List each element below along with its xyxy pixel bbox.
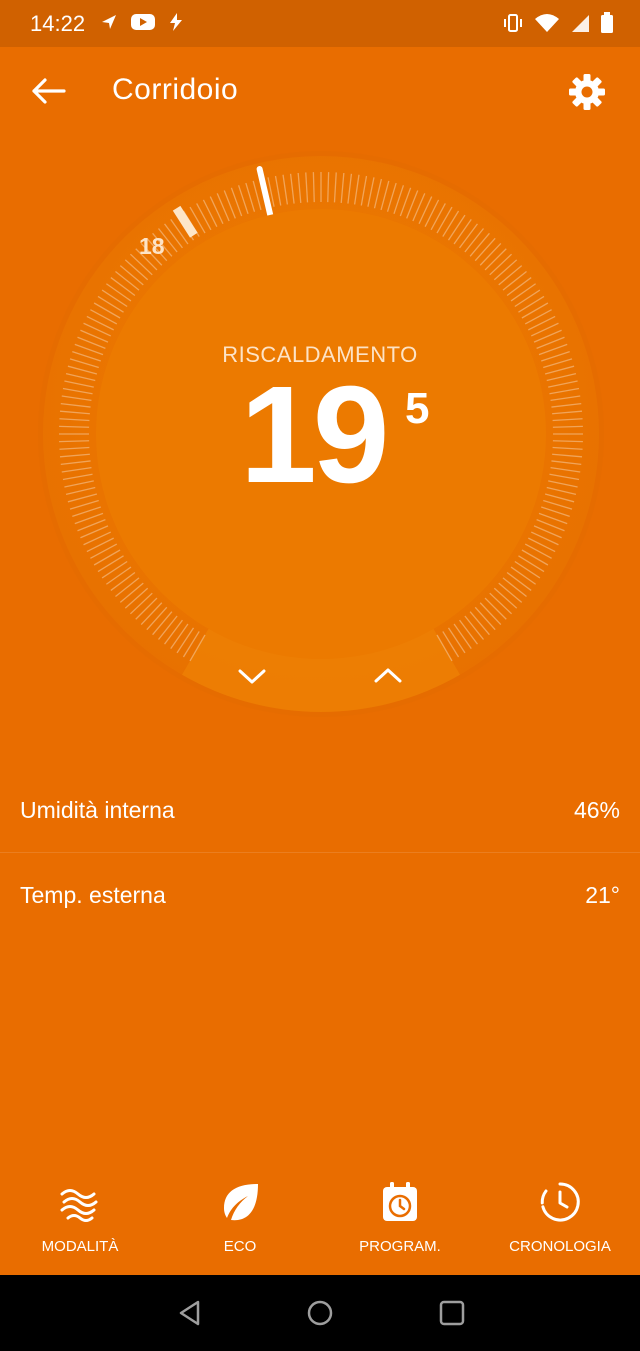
arrow-left-icon [32,78,66,104]
current-temp-marker-label: 18 [139,233,165,259]
nav-label-eco: ECO [223,1238,257,1255]
target-temperature-decimal: 5 [405,384,430,433]
system-back-button[interactable] [176,1299,204,1327]
dial-tick [552,425,583,428]
outdoor-temp-value: 21° [585,882,620,908]
target-temperature: 19 [240,358,389,512]
increase-temp-button[interactable] [362,655,414,699]
app-bar: Corridoio [0,47,640,135]
leaf-icon [224,1184,258,1221]
nav-item-program[interactable]: PROGRAM. [320,1162,480,1275]
square-recents-icon [439,1300,465,1326]
battery-icon [600,12,614,39]
status-icons-left [100,12,184,37]
triangle-back-icon [179,1300,200,1326]
dial-tick [312,172,315,203]
info-row-outdoor-temp: Temp. esterna 21° [0,854,640,938]
bottom-nav: MODALITÀ ECO PROGRAM. CRONOLOGIA [0,1162,640,1275]
calendar-clock-icon [383,1182,417,1221]
nav-item-modalita[interactable]: MODALITÀ [0,1162,160,1275]
decrease-temp-button[interactable] [226,655,278,699]
vibrate-icon [502,12,524,39]
history-icon [540,1182,580,1222]
dial-tick [552,440,583,443]
flash-icon [168,12,184,37]
page-title: Corridoio [112,73,239,106]
info-row-humidity: Umidità interna 46% [0,769,640,853]
nav-item-eco[interactable]: ECO [160,1162,320,1275]
dial-tick [59,425,90,428]
back-button[interactable] [28,73,72,109]
divider [0,852,640,853]
nav-label-modalita: MODALITÀ [41,1238,119,1255]
signal-icon [570,13,590,38]
dial-tick [327,172,330,203]
system-recents-button[interactable] [438,1299,466,1327]
status-icons-right [502,12,614,39]
outdoor-temp-label: Temp. esterna [20,882,166,908]
nav-item-cronologia[interactable]: CRONOLOGIA [480,1162,640,1275]
circle-home-icon [307,1300,333,1326]
wifi-icon [534,13,560,38]
settings-button[interactable] [566,71,608,113]
status-time: 14:22 [30,11,86,36]
navigation-icon [100,13,118,36]
system-home-button[interactable] [306,1299,334,1327]
nav-label-program: PROGRAM. [359,1238,441,1255]
status-bar: 14:22 [0,0,640,47]
humidity-value: 46% [573,797,620,823]
nav-label-cronologia: CRONOLOGIA [509,1238,611,1255]
gear-icon [569,74,605,110]
system-nav-bar [0,1275,640,1351]
youtube-icon [130,12,156,37]
waves-icon [60,1189,98,1222]
humidity-label: Umidità interna [20,797,175,823]
dial-tick [59,440,90,443]
chevron-up-icon [374,668,402,683]
chevron-down-icon [238,669,266,684]
